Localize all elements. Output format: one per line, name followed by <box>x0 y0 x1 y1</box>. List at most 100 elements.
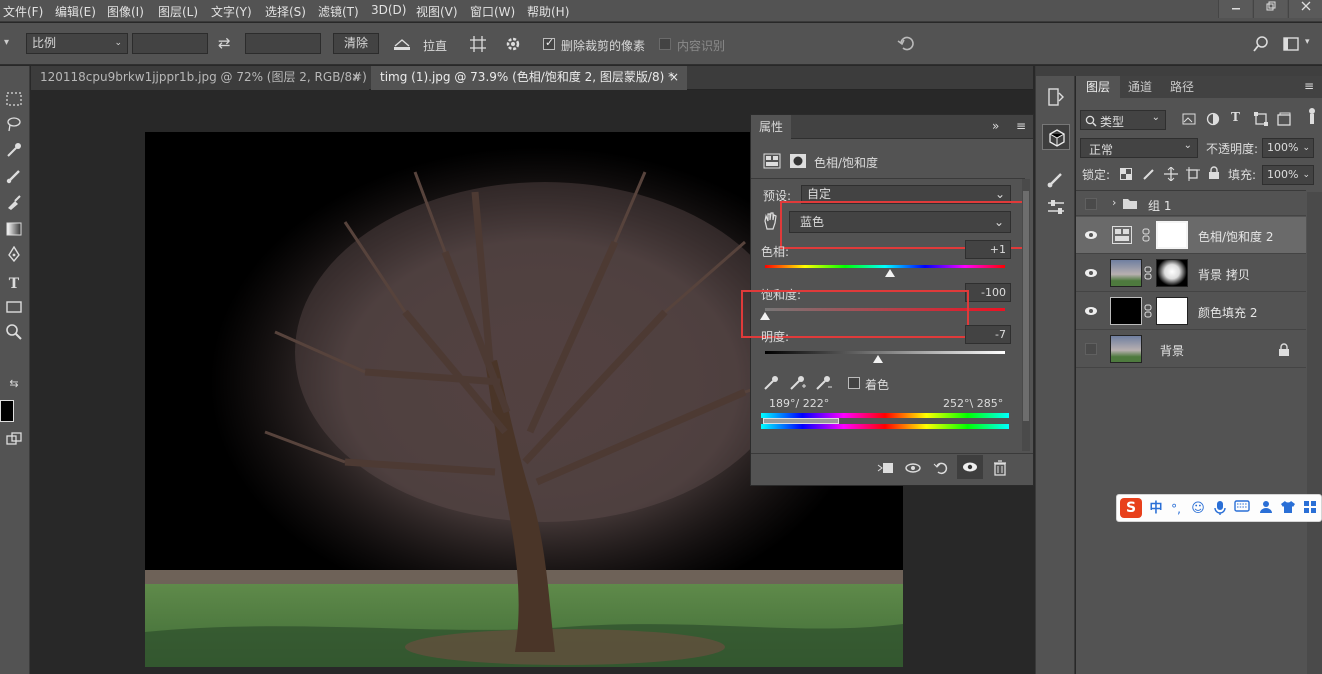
menu-type[interactable]: 文字(Y) <box>211 3 252 20</box>
delete-cropped-checkbox[interactable] <box>543 36 555 50</box>
tab-channels[interactable]: 通道 <box>1118 76 1162 98</box>
brush-tool-icon[interactable] <box>0 168 28 192</box>
lock-position-icon[interactable] <box>1164 167 1178 181</box>
tab-layers[interactable]: 图层 <box>1076 76 1121 98</box>
grid-overlay-icon[interactable] <box>470 36 486 52</box>
adjustment-layer-icon[interactable] <box>763 153 781 169</box>
menu-filter[interactable]: 滤镜(T) <box>318 3 359 20</box>
menu-select[interactable]: 选择(S) <box>265 3 306 20</box>
menu-file[interactable]: 文件(F) <box>3 3 43 20</box>
lightness-slider[interactable] <box>765 351 1005 354</box>
hue-slider-thumb[interactable] <box>884 269 895 277</box>
layer-filter-select[interactable]: 类型 ⌄ <box>1080 110 1166 130</box>
properties-panel-button[interactable] <box>1042 124 1070 150</box>
clear-button[interactable]: 清除 <box>333 33 379 54</box>
mask-icon[interactable] <box>789 153 807 169</box>
lock-all-icon[interactable] <box>1208 166 1220 180</box>
filter-toggle[interactable] <box>1308 108 1316 126</box>
colorize-checkbox[interactable] <box>848 377 860 389</box>
eyedropper-minus-icon[interactable] <box>815 375 833 391</box>
ratio-width-input[interactable] <box>132 33 208 54</box>
foreground-color-swatch[interactable] <box>0 400 14 422</box>
eyedropper-plus-icon[interactable] <box>789 375 807 391</box>
microphone-icon[interactable] <box>1211 500 1229 518</box>
layer-mask-thumbnail[interactable] <box>1156 259 1188 287</box>
blend-mode-select[interactable]: 正常 ⌄ <box>1080 138 1198 158</box>
filter-type-icon[interactable]: T <box>1231 110 1240 124</box>
eye-icon[interactable] <box>1084 228 1098 242</box>
keyboard-icon[interactable] <box>1233 500 1251 518</box>
filter-smart-object-icon[interactable] <box>1277 112 1291 126</box>
lock-pixels-icon[interactable] <box>1142 167 1156 181</box>
filter-pixel-icon[interactable] <box>1182 113 1196 125</box>
document-tab-2[interactable]: timg (1).jpg @ 73.9% (色相/饱和度 2, 图层蒙版/8) … <box>371 66 687 90</box>
close-tab-icon[interactable]: × <box>669 66 679 88</box>
swap-colors-icon[interactable]: ⇆ <box>0 372 28 396</box>
layer-row-background-copy[interactable]: 背景 拷贝 <box>1076 255 1306 292</box>
close-tab-icon[interactable]: × <box>351 66 361 88</box>
hue-input[interactable]: +1 <box>965 240 1011 259</box>
properties-scrollbar[interactable] <box>1022 179 1030 451</box>
screen-mode-icon[interactable] <box>0 430 28 454</box>
menu-help[interactable]: 帮助(H) <box>527 3 569 20</box>
trash-icon[interactable] <box>993 460 1007 476</box>
properties-tab[interactable]: 属性 <box>751 115 791 139</box>
scrollbar-thumb[interactable] <box>1023 191 1029 421</box>
layer-row-background[interactable]: 背景 <box>1076 331 1306 368</box>
filter-adjustment-icon[interactable] <box>1206 112 1220 126</box>
fill-input[interactable]: 100% ⌄ <box>1262 165 1314 185</box>
layers-menu-icon[interactable]: ≡ <box>1304 79 1314 93</box>
collapse-icon[interactable]: » <box>992 119 999 133</box>
minimize-button[interactable] <box>1218 0 1252 18</box>
zoom-tool-icon[interactable] <box>0 324 28 348</box>
punctuation-icon[interactable]: °, <box>1167 500 1185 518</box>
history-icon[interactable] <box>1047 88 1065 106</box>
adjustments-icon[interactable] <box>1047 198 1065 216</box>
menu-view[interactable]: 视图(V) <box>416 3 458 20</box>
skin-icon[interactable] <box>1279 500 1297 518</box>
gear-icon[interactable] <box>505 36 521 52</box>
close-window-button[interactable] <box>1288 0 1322 18</box>
eyedropper-icon[interactable] <box>763 375 779 391</box>
emoji-icon[interactable]: ☺ <box>1189 500 1207 518</box>
reset-icon[interactable] <box>897 35 915 53</box>
tool-preset-chevron-icon[interactable]: ▾ <box>4 37 12 49</box>
toolbox-icon[interactable] <box>1301 500 1319 518</box>
visibility-toggle-off[interactable] <box>1085 343 1097 355</box>
swap-icon[interactable]: ⇄ <box>218 34 231 52</box>
layers-scrollbar[interactable] <box>1307 192 1322 674</box>
type-tool-icon[interactable]: T <box>0 272 28 296</box>
menu-image[interactable]: 图像(I) <box>107 3 144 20</box>
layer-row-hue-saturation[interactable]: 色相/饱和度 2 <box>1076 217 1306 254</box>
ime-language-toggle[interactable]: 中 <box>1147 500 1165 518</box>
ratio-select[interactable]: 比例 ⌄ <box>26 33 128 54</box>
menu-edit[interactable]: 编辑(E) <box>55 3 96 20</box>
marquee-tool-icon[interactable] <box>0 90 28 114</box>
ratio-height-input[interactable] <box>245 33 321 54</box>
lightness-input[interactable]: -7 <box>965 325 1011 344</box>
clip-to-layer-icon[interactable] <box>877 461 895 475</box>
link-icon[interactable] <box>1144 266 1152 280</box>
lasso-tool-icon[interactable] <box>0 116 28 140</box>
menu-3d[interactable]: 3D(D) <box>371 3 406 17</box>
straighten-icon[interactable] <box>393 36 411 52</box>
clone-stamp-tool-icon[interactable] <box>0 194 28 218</box>
eyedropper-tool-icon[interactable] <box>0 142 28 166</box>
gradient-tool-icon[interactable] <box>0 220 28 244</box>
workspace-chevron-icon[interactable]: ▾ <box>1305 37 1310 47</box>
opacity-input[interactable]: 100% ⌄ <box>1262 138 1314 158</box>
link-icon[interactable] <box>1142 228 1150 242</box>
lock-artboard-icon[interactable] <box>1186 167 1200 181</box>
straighten-label[interactable]: 拉直 <box>423 37 447 54</box>
document-tab-1[interactable]: 120118cpu9brkw1jjppr1b.jpg @ 72% (图层 2, … <box>31 66 377 90</box>
eye-icon[interactable] <box>1084 266 1098 280</box>
reset-adjustment-icon[interactable] <box>933 460 949 476</box>
workspace-icon[interactable] <box>1283 37 1299 51</box>
saturation-input[interactable]: -100 <box>965 283 1011 302</box>
targeted-adjustment-hand-icon[interactable] <box>761 211 779 231</box>
lightness-slider-thumb[interactable] <box>872 355 883 363</box>
menu-layer[interactable]: 图层(L) <box>158 3 198 20</box>
layer-row-color-fill[interactable]: 颜色填充 2 <box>1076 293 1306 330</box>
layer-row-group[interactable]: › 组 1 <box>1076 192 1306 216</box>
menu-window[interactable]: 窗口(W) <box>470 3 515 20</box>
